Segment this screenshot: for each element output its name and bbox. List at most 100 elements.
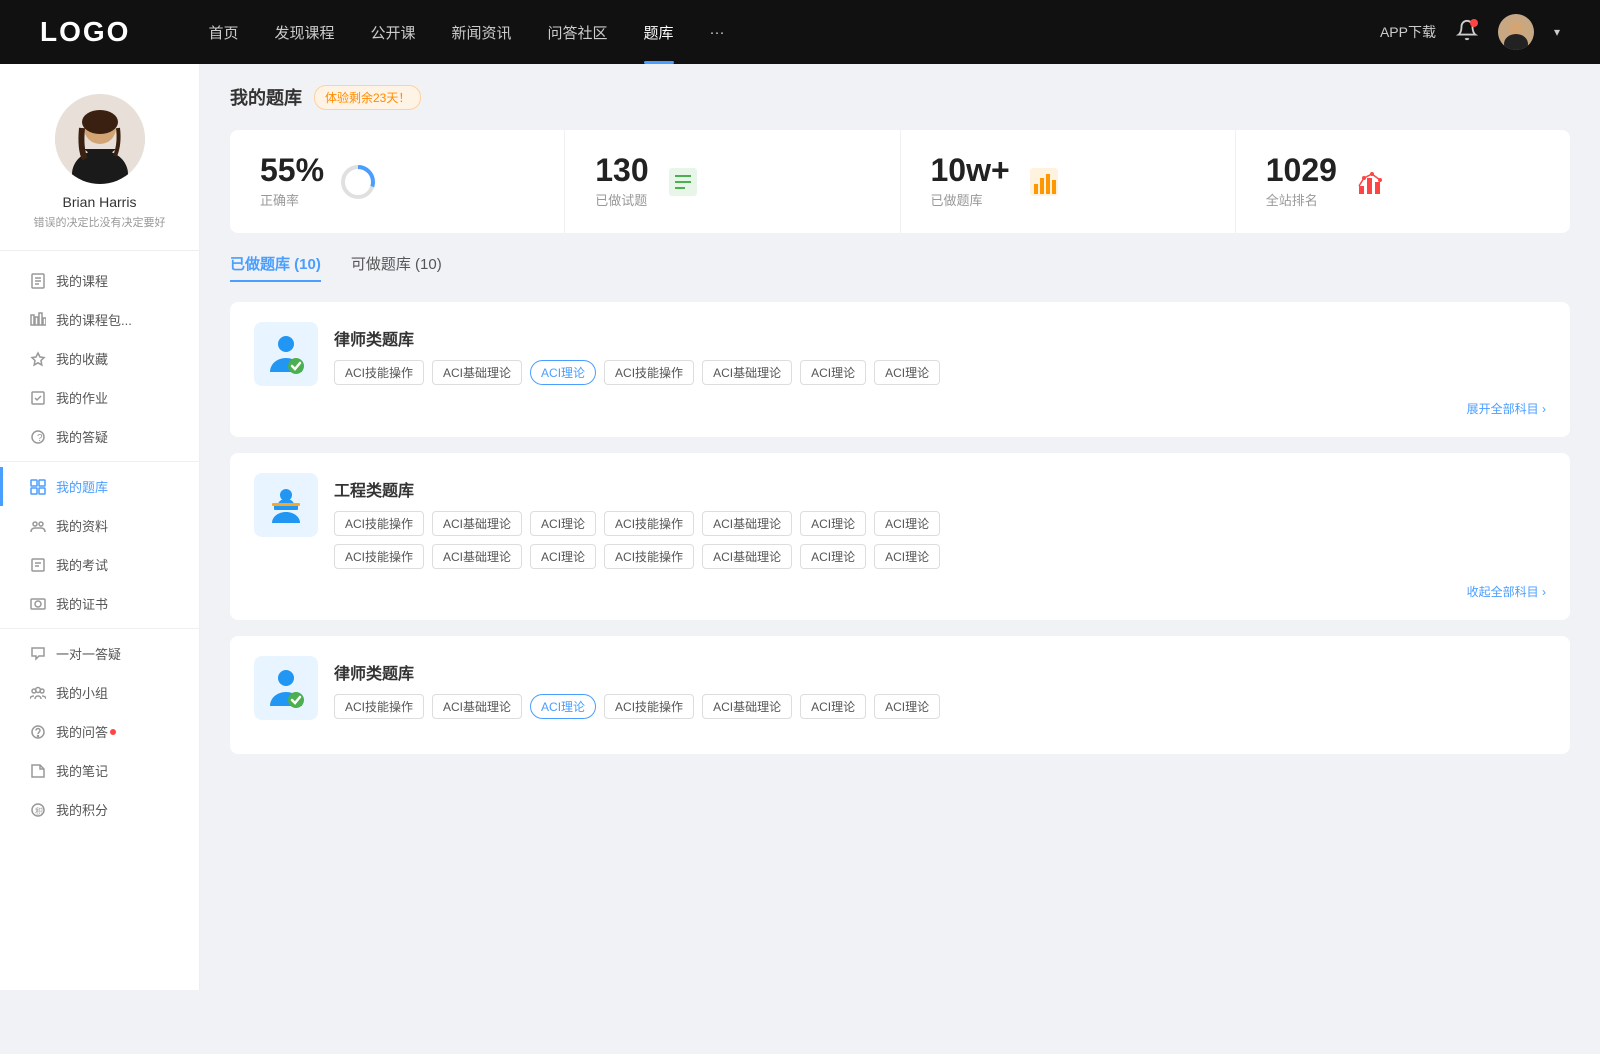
tag-2-r2-5[interactable]: ACI理论 bbox=[800, 544, 866, 569]
tag-1-6[interactable]: ACI理论 bbox=[874, 360, 940, 385]
stat-accuracy: 55% 正确率 bbox=[230, 130, 565, 233]
svg-text:积: 积 bbox=[35, 806, 43, 816]
tag-3-6[interactable]: ACI理论 bbox=[874, 694, 940, 719]
tag-2-r2-1[interactable]: ACI基础理论 bbox=[432, 544, 522, 569]
qbank-card-3: 律师类题库 ACI技能操作 ACI基础理论 ACI理论 ACI技能操作 ACI基… bbox=[230, 636, 1570, 754]
engineer-icon bbox=[254, 473, 318, 537]
qbank-tags-3: ACI技能操作 ACI基础理论 ACI理论 ACI技能操作 ACI基础理论 AC… bbox=[334, 694, 940, 719]
sidebar-item-exam[interactable]: 我的考试 bbox=[0, 545, 199, 584]
nav-menu: 首页 发现课程 公开课 新闻资讯 问答社区 题库 ··· bbox=[190, 0, 1380, 64]
tag-2-3[interactable]: ACI技能操作 bbox=[604, 511, 694, 536]
sidebar-item-qbank[interactable]: 我的题库 bbox=[0, 467, 199, 506]
nav-more[interactable]: ··· bbox=[692, 0, 743, 64]
qbank-tags-2-row2: ACI技能操作 ACI基础理论 ACI理论 ACI技能操作 ACI基础理论 AC… bbox=[334, 544, 1546, 569]
logo[interactable]: LOGO bbox=[40, 16, 130, 48]
sidebar-item-points[interactable]: 积 我的积分 bbox=[0, 790, 199, 829]
tag-2-r2-4[interactable]: ACI基础理论 bbox=[702, 544, 792, 569]
tab-done-banks[interactable]: 已做题库 (10) bbox=[230, 253, 321, 282]
sidebar-item-my-questions[interactable]: 我的问答 bbox=[0, 712, 199, 751]
sidebar-item-course-package[interactable]: 我的课程包... bbox=[0, 300, 199, 339]
tag-2-1[interactable]: ACI基础理论 bbox=[432, 511, 522, 536]
sidebar-label-points: 我的积分 bbox=[56, 800, 108, 819]
notification-bell[interactable] bbox=[1456, 19, 1478, 46]
tabs-row: 已做题库 (10) 可做题库 (10) bbox=[230, 253, 1570, 282]
tag-2-r2-3[interactable]: ACI技能操作 bbox=[604, 544, 694, 569]
tag-1-5[interactable]: ACI理论 bbox=[800, 360, 866, 385]
sidebar-item-favorites[interactable]: 我的收藏 bbox=[0, 339, 199, 378]
tag-2-2[interactable]: ACI理论 bbox=[530, 511, 596, 536]
list-icon bbox=[665, 164, 701, 200]
sidebar-item-certificate[interactable]: 我的证书 bbox=[0, 584, 199, 623]
qbank-card-2: 工程类题库 ACI技能操作 ACI基础理论 ACI理论 ACI技能操作 ACI基… bbox=[230, 453, 1570, 620]
sidebar-item-one-to-one[interactable]: 一对一答疑 bbox=[0, 634, 199, 673]
expand-card-1[interactable]: 展开全部科目 › bbox=[1467, 400, 1546, 417]
nav-news[interactable]: 新闻资讯 bbox=[434, 0, 530, 64]
user-menu-chevron[interactable]: ▾ bbox=[1554, 25, 1560, 39]
stat-banks-done: 10w+ 已做题库 bbox=[901, 130, 1236, 233]
svg-text:?: ? bbox=[37, 433, 43, 444]
sidebar-label-my-group: 我的小组 bbox=[56, 683, 108, 702]
sidebar-label-course-package: 我的课程包... bbox=[56, 310, 132, 329]
navbar: LOGO 首页 发现课程 公开课 新闻资讯 问答社区 题库 ··· APP下载 … bbox=[0, 0, 1600, 64]
stat-questions-done-label: 已做试题 bbox=[595, 190, 648, 209]
sidebar-profile: Brian Harris 错误的决定比没有决定要好 bbox=[0, 94, 199, 251]
sidebar-divider-1 bbox=[0, 461, 199, 462]
stat-global-rank-label: 全站排名 bbox=[1266, 190, 1337, 209]
tag-1-3[interactable]: ACI技能操作 bbox=[604, 360, 694, 385]
tag-2-0[interactable]: ACI技能操作 bbox=[334, 511, 424, 536]
lawyer-icon-1 bbox=[254, 322, 318, 386]
sidebar-divider-2 bbox=[0, 628, 199, 629]
nav-qa[interactable]: 问答社区 bbox=[530, 0, 626, 64]
sidebar-item-my-qa[interactable]: ? 我的答疑 bbox=[0, 417, 199, 456]
stats-row: 55% 正确率 130 已做试题 bbox=[230, 130, 1570, 233]
tag-2-5[interactable]: ACI理论 bbox=[800, 511, 866, 536]
sidebar-label-qbank: 我的题库 bbox=[56, 477, 108, 496]
tab-available-banks[interactable]: 可做题库 (10) bbox=[351, 253, 442, 282]
collapse-card-2[interactable]: 收起全部科目 › bbox=[1467, 583, 1546, 600]
tag-3-1[interactable]: ACI基础理论 bbox=[432, 694, 522, 719]
sidebar-label-exam: 我的考试 bbox=[56, 555, 108, 574]
sidebar-label-my-qa: 我的答疑 bbox=[56, 427, 108, 446]
sidebar-item-notes[interactable]: 我的笔记 bbox=[0, 751, 199, 790]
profile-avatar bbox=[55, 94, 145, 184]
pie-chart-icon bbox=[340, 164, 376, 200]
nav-qbank[interactable]: 题库 bbox=[626, 0, 692, 64]
sidebar-item-homework[interactable]: 我的作业 bbox=[0, 378, 199, 417]
sidebar-item-materials[interactable]: 我的资料 bbox=[0, 506, 199, 545]
sidebar-label-notes: 我的笔记 bbox=[56, 761, 108, 780]
page-layout: Brian Harris 错误的决定比没有决定要好 我的课程 我的课程包... … bbox=[0, 64, 1600, 990]
sidebar-label-favorites: 我的收藏 bbox=[56, 349, 108, 368]
tag-1-1[interactable]: ACI基础理论 bbox=[432, 360, 522, 385]
tag-3-4[interactable]: ACI基础理论 bbox=[702, 694, 792, 719]
sidebar-label-homework: 我的作业 bbox=[56, 388, 108, 407]
tag-3-0[interactable]: ACI技能操作 bbox=[334, 694, 424, 719]
tag-1-0[interactable]: ACI技能操作 bbox=[334, 360, 424, 385]
tag-2-r2-2[interactable]: ACI理论 bbox=[530, 544, 596, 569]
app-download-button[interactable]: APP下载 bbox=[1380, 22, 1436, 42]
qbank-name-3: 律师类题库 bbox=[334, 660, 940, 684]
qbank-name-2: 工程类题库 bbox=[334, 477, 1546, 501]
sidebar-label-certificate: 我的证书 bbox=[56, 594, 108, 613]
sidebar-label-my-course: 我的课程 bbox=[56, 271, 108, 290]
tag-1-2[interactable]: ACI理论 bbox=[530, 360, 596, 385]
tag-2-6[interactable]: ACI理论 bbox=[874, 511, 940, 536]
sidebar-item-my-group[interactable]: 我的小组 bbox=[0, 673, 199, 712]
tag-2-4[interactable]: ACI基础理论 bbox=[702, 511, 792, 536]
tag-2-r2-0[interactable]: ACI技能操作 bbox=[334, 544, 424, 569]
tag-3-2[interactable]: ACI理论 bbox=[530, 694, 596, 719]
tag-2-r2-6[interactable]: ACI理论 bbox=[874, 544, 940, 569]
nav-home[interactable]: 首页 bbox=[190, 0, 256, 64]
tag-3-3[interactable]: ACI技能操作 bbox=[604, 694, 694, 719]
trial-badge: 体验剩余23天！ bbox=[314, 85, 421, 110]
sidebar-item-my-course[interactable]: 我的课程 bbox=[0, 261, 199, 300]
stat-questions-done-value: 130 bbox=[595, 154, 648, 186]
tag-1-4[interactable]: ACI基础理论 bbox=[702, 360, 792, 385]
stat-global-rank-value: 1029 bbox=[1266, 154, 1337, 186]
nav-discover[interactable]: 发现课程 bbox=[256, 0, 352, 64]
user-avatar[interactable] bbox=[1498, 14, 1534, 50]
engineer-svg-icon bbox=[262, 481, 310, 529]
main-content: 我的题库 体验剩余23天！ 55% 正确率 130 bbox=[200, 64, 1600, 990]
tag-3-5[interactable]: ACI理论 bbox=[800, 694, 866, 719]
stat-accuracy-value: 55% bbox=[260, 154, 324, 186]
nav-open-course[interactable]: 公开课 bbox=[352, 0, 433, 64]
